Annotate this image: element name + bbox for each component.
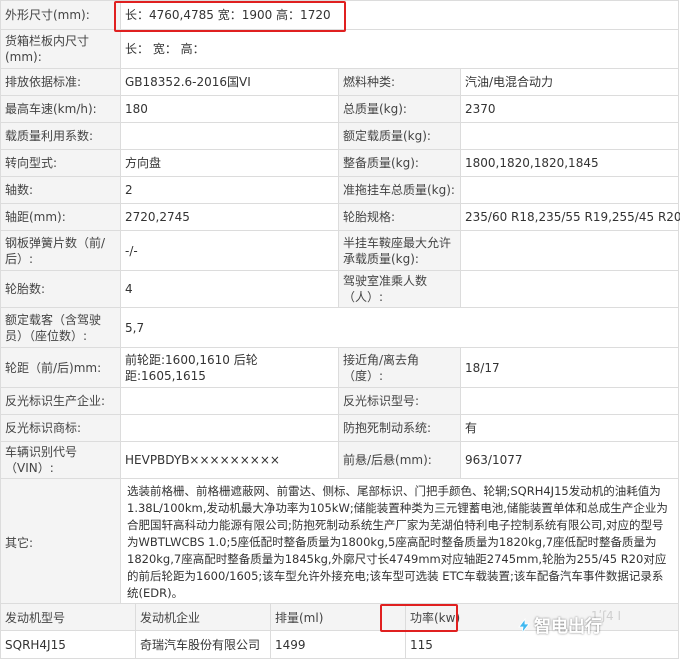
fuel-value: 汽油/电混合动力	[459, 68, 680, 96]
rated-load-label: 额定载质量(kg):	[338, 122, 461, 150]
dimensions-value: 长：4760,4785 宽：1900 高：1720	[119, 0, 680, 30]
emission-value: GB18352.6-2016国VI	[120, 68, 339, 96]
spec-row: 轮距（前/后)mm: 前轮距:1600,1610 后轮距:1605,1615 接…	[0, 347, 680, 388]
emission-label: 排放依据标准:	[0, 68, 121, 96]
spec-row: 反光标识商标: 防抱死制动系统: 有	[0, 414, 680, 442]
angles-label: 接近角/离去角（度）:	[338, 347, 461, 388]
saddle-mass-value	[459, 230, 680, 271]
spec-row: 外形尺寸(mm): 长：4760,4785 宽：1900 高：1720	[0, 0, 680, 30]
watermark: 智电出行	[516, 612, 602, 637]
engine-displacement: 1499	[270, 630, 406, 659]
total-mass-label: 总质量(kg):	[338, 95, 461, 123]
reflect-maker-value	[120, 387, 339, 415]
watermark-text: 智电出行	[534, 617, 602, 637]
tire-count-value: 4	[120, 270, 339, 308]
lightning-icon	[518, 618, 530, 634]
max-speed-label: 最高车速(km/h):	[0, 95, 121, 123]
spec-row: 钢板弹簧片数（前/后）: -/- 半挂车鞍座最大允许承载质量(kg):	[0, 230, 680, 271]
overhang-value: 963/1077	[459, 441, 680, 479]
wheelbase-label: 轴距(mm):	[0, 203, 121, 231]
other-value: 选装前格栅、前格栅遮蔽网、前雷达、侧标、尾部标识、门把手颜色、轮辋;SQRH4J…	[119, 478, 680, 607]
trailer-mass-value	[459, 176, 680, 204]
cab-passengers-value	[459, 270, 680, 308]
spec-row: 轴数: 2 准拖挂车总质量(kg):	[0, 176, 680, 204]
abs-value: 有	[459, 414, 680, 442]
engine-maker: 奇瑞汽车股份有限公司	[135, 630, 271, 659]
load-util-value	[120, 122, 339, 150]
saddle-mass-label: 半挂车鞍座最大允许承载质量(kg):	[338, 230, 461, 271]
rated-load-value	[459, 122, 680, 150]
spec-row: 货箱栏板内尺寸(mm): 长： 宽： 高：	[0, 29, 680, 69]
steering-label: 转向型式:	[0, 149, 121, 177]
spec-row: 载质量利用系数: 额定载质量(kg):	[0, 122, 680, 150]
engine-model: SQRH4J15	[0, 630, 136, 659]
vin-label: 车辆识别代号（VIN）:	[0, 441, 121, 479]
overhang-label: 前悬/后悬(mm):	[338, 441, 461, 479]
angles-value: 18/17	[459, 347, 680, 388]
engine-header-displacement: 排量(ml)	[270, 603, 406, 631]
engine-header-maker: 发动机企业	[135, 603, 271, 631]
seats-label: 额定载客（含驾驶员）（座位数）:	[0, 307, 121, 348]
engine-header-model: 发动机型号	[0, 603, 136, 631]
total-mass-value: 2370	[459, 95, 680, 123]
dimensions-label: 外形尺寸(mm):	[0, 0, 121, 30]
spec-row: 转向型式: 方向盘 整备质量(kg): 1800,1820,1820,1845	[0, 149, 680, 177]
spec-row: 轮胎数: 4 驾驶室准乘人数（人）:	[0, 270, 680, 308]
axles-value: 2	[120, 176, 339, 204]
spec-row: 轴距(mm): 2720,2745 轮胎规格: 235/60 R18,235/5…	[0, 203, 680, 231]
spec-row: 反光标识生产企业: 反光标识型号:	[0, 387, 680, 415]
load-util-label: 载质量利用系数:	[0, 122, 121, 150]
max-speed-value: 180	[120, 95, 339, 123]
spec-row: 排放依据标准: GB18352.6-2016国VI 燃料种类: 汽油/电混合动力	[0, 68, 680, 96]
spec-row: 其它: 选装前格栅、前格栅遮蔽网、前雷达、侧标、尾部标识、门把手颜色、轮辋;SQ…	[0, 478, 680, 607]
other-label: 其它:	[0, 478, 121, 607]
spec-row: 最高车速(km/h): 180 总质量(kg): 2370	[0, 95, 680, 123]
reflect-model-value	[459, 387, 680, 415]
leaf-spring-label: 钢板弹簧片数（前/后）:	[0, 230, 121, 271]
tire-spec-value: 235/60 R18,235/55 R19,255/45 R20	[459, 203, 680, 231]
curb-mass-label: 整备质量(kg):	[338, 149, 461, 177]
track-value: 前轮距:1600,1610 后轮距:1605,1615	[120, 347, 339, 388]
cargo-value: 长： 宽： 高：	[119, 29, 680, 69]
seats-value: 5,7	[119, 307, 680, 348]
cab-passengers-label: 驾驶室准乘人数（人）:	[338, 270, 461, 308]
fuel-label: 燃料种类:	[338, 68, 461, 96]
spec-row: 车辆识别代号（VIN）: HEVPBDYB××××××××× 前悬/后悬(mm)…	[0, 441, 680, 479]
curb-mass-value: 1800,1820,1820,1845	[459, 149, 680, 177]
cargo-label: 货箱栏板内尺寸(mm):	[0, 29, 121, 69]
reflect-maker-label: 反光标识生产企业:	[0, 387, 121, 415]
reflect-mark-label: 反光标识商标:	[0, 414, 121, 442]
tire-count-label: 轮胎数:	[0, 270, 121, 308]
wheelbase-value: 2720,2745	[120, 203, 339, 231]
reflect-mark-value	[120, 414, 339, 442]
spec-row: 额定载客（含驾驶员）（座位数）: 5,7	[0, 307, 680, 348]
reflect-model-label: 反光标识型号:	[338, 387, 461, 415]
leaf-spring-value: -/-	[120, 230, 339, 271]
spec-table: 外形尺寸(mm): 长：4760,4785 宽：1900 高：1720 货箱栏板…	[0, 0, 680, 607]
tire-spec-label: 轮胎规格:	[338, 203, 461, 231]
trailer-mass-label: 准拖挂车总质量(kg):	[338, 176, 461, 204]
track-label: 轮距（前/后)mm:	[0, 347, 121, 388]
abs-label: 防抱死制动系统:	[338, 414, 461, 442]
vin-value: HEVPBDYB×××××××××	[120, 441, 339, 479]
axles-label: 轴数:	[0, 176, 121, 204]
steering-value: 方向盘	[120, 149, 339, 177]
